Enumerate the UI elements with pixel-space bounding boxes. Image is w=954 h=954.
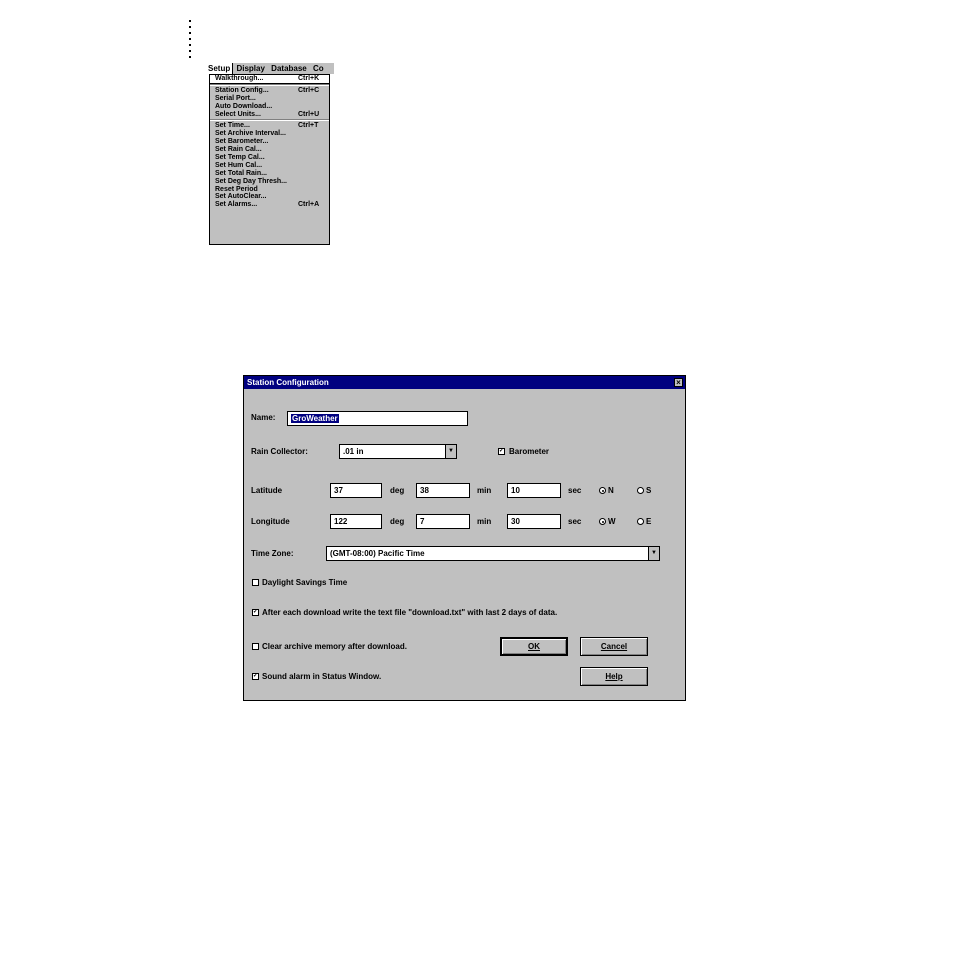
menu-item-shortcut: Ctrl+T [298,122,319,130]
longitude-min-unit: min [477,517,492,526]
menu-item-label: Set Time... [215,122,250,130]
menu-item-set-rain-cal[interactable]: Set Rain Cal... [210,146,329,154]
longitude-deg-unit: deg [390,517,405,526]
barometer-label: Barometer [509,447,550,456]
menu-item-label: Station Config... [215,86,269,94]
longitude-deg-input[interactable]: 122 [330,514,382,529]
longitude-sec-unit: sec [568,517,582,526]
sound-alarm-label: Sound alarm in Status Window. [262,672,382,681]
menu-item-walkthrough[interactable]: Walkthrough... Ctrl+K [209,74,330,84]
menu-item-set-total-rain[interactable]: Set Total Rain... [210,170,329,178]
menu-item-serial-port[interactable]: Serial Port... [210,95,329,103]
latitude-min-unit: min [477,486,492,495]
time-zone-label: Time Zone: [251,549,294,558]
rain-collector-select[interactable]: .01 in ▼ [339,444,457,459]
margin-dots [189,20,193,62]
clear-archive-label: Clear archive memory after download. [262,642,407,651]
menu-item-label: Auto Download... [215,102,273,110]
menu-item-label: Set Total Rain... [215,169,267,177]
south-radio[interactable] [637,487,644,494]
menu-item-shortcut: Ctrl+C [298,86,320,94]
menu-item-label: Set Hum Cal... [215,161,263,169]
north-radio[interactable] [599,487,606,494]
name-label: Name: [251,413,276,422]
latitude-label: Latitude [251,486,283,495]
time-zone-value: (GMT-08:00) Pacific Time [330,549,425,558]
ok-button[interactable]: OK [500,637,568,656]
menu-item-set-hum-cal[interactable]: Set Hum Cal... [210,162,329,170]
close-icon[interactable]: × [674,378,683,387]
menu-item-label: Select Units... [215,110,261,118]
menu-item-shortcut: Ctrl+U [298,110,320,118]
menu-item-set-time[interactable]: Set Time... Ctrl+T [210,122,329,130]
menu-item-set-autoclear[interactable]: Set AutoClear... [210,193,329,201]
menu-item-label: Reset Period [215,185,258,193]
menu-item-shortcut: Ctrl+A [298,201,320,209]
latitude-sec-unit: sec [568,486,582,495]
menu-item-station-config[interactable]: Station Config... Ctrl+C [210,87,329,95]
barometer-checkbox[interactable]: ✓ [498,448,505,455]
menu-item-set-alarms[interactable]: Set Alarms... Ctrl+A [210,201,329,209]
west-label: W [608,517,616,526]
south-label: S [646,486,652,495]
clear-archive-checkbox[interactable] [252,643,259,650]
menu-item-label: Set Alarms... [215,201,258,209]
menu-co[interactable]: Co [311,63,326,74]
dialog-title: Station Configuration [247,378,329,387]
menu-item-set-archive-interval[interactable]: Set Archive Interval... [210,130,329,138]
menu-item-set-temp-cal[interactable]: Set Temp Cal... [210,154,329,162]
menu-item-select-units[interactable]: Select Units... Ctrl+U [210,111,329,119]
menu-item-reset-period[interactable]: Reset Period [210,186,329,194]
west-radio[interactable] [599,518,606,525]
chevron-down-icon[interactable]: ▼ [445,445,456,458]
menu-item-label: Set Rain Cal... [215,146,262,154]
station-config-dialog: Station Configuration × Name: GroWeather… [243,375,686,701]
menu-separator [210,119,329,122]
setup-menu: Walkthrough... Ctrl+K Station Config... … [209,74,330,245]
menu-item-label: Serial Port... [215,94,256,102]
menu-separator [210,83,329,86]
cancel-button[interactable]: Cancel [580,637,648,656]
menu-item-shortcut: Ctrl+K [298,75,320,82]
name-input[interactable]: GroWeather [287,411,468,426]
menu-item-set-deg-day-thresh[interactable]: Set Deg Day Thresh... [210,178,329,186]
menu-database[interactable]: Database [269,63,309,74]
write-download-file-checkbox[interactable]: ✓ [252,609,259,616]
menu-bar: Setup Display Database Co [206,63,334,74]
north-label: N [608,486,614,495]
latitude-min-input[interactable]: 38 [416,483,470,498]
chevron-down-icon[interactable]: ▼ [648,547,659,560]
east-radio[interactable] [637,518,644,525]
longitude-label: Longitude [251,517,290,526]
menu-item-label: Set Barometer... [215,138,269,146]
write-download-file-label: After each download write the text file … [262,608,558,617]
longitude-min-input[interactable]: 7 [416,514,470,529]
help-button[interactable]: Help [580,667,648,686]
latitude-deg-input[interactable]: 37 [330,483,382,498]
menu-display[interactable]: Display [234,63,266,74]
menu-item-set-barometer[interactable]: Set Barometer... [210,138,329,146]
daylight-savings-label: Daylight Savings Time [262,578,348,587]
menu-setup[interactable]: Setup [206,63,234,74]
latitude-deg-unit: deg [390,486,405,495]
menu-item-label: Walkthrough... [215,75,264,82]
rain-collector-label: Rain Collector: [251,447,308,456]
longitude-sec-input[interactable]: 30 [507,514,561,529]
menu-item-label: Set Deg Day Thresh... [215,177,287,185]
menu-item-label: Set Temp Cal... [215,154,265,162]
latitude-sec-input[interactable]: 10 [507,483,561,498]
menu-item-label: Set AutoClear... [215,193,267,201]
menu-item-label: Set Archive Interval... [215,130,286,138]
time-zone-select[interactable]: (GMT-08:00) Pacific Time ▼ [326,546,660,561]
dialog-title-bar: Station Configuration × [244,376,685,389]
name-value: GroWeather [291,414,339,423]
rain-collector-value: .01 in [343,447,364,456]
east-label: E [646,517,652,526]
sound-alarm-checkbox[interactable]: ✓ [252,673,259,680]
daylight-savings-checkbox[interactable] [252,579,259,586]
menu-item-auto-download[interactable]: Auto Download... [210,103,329,111]
